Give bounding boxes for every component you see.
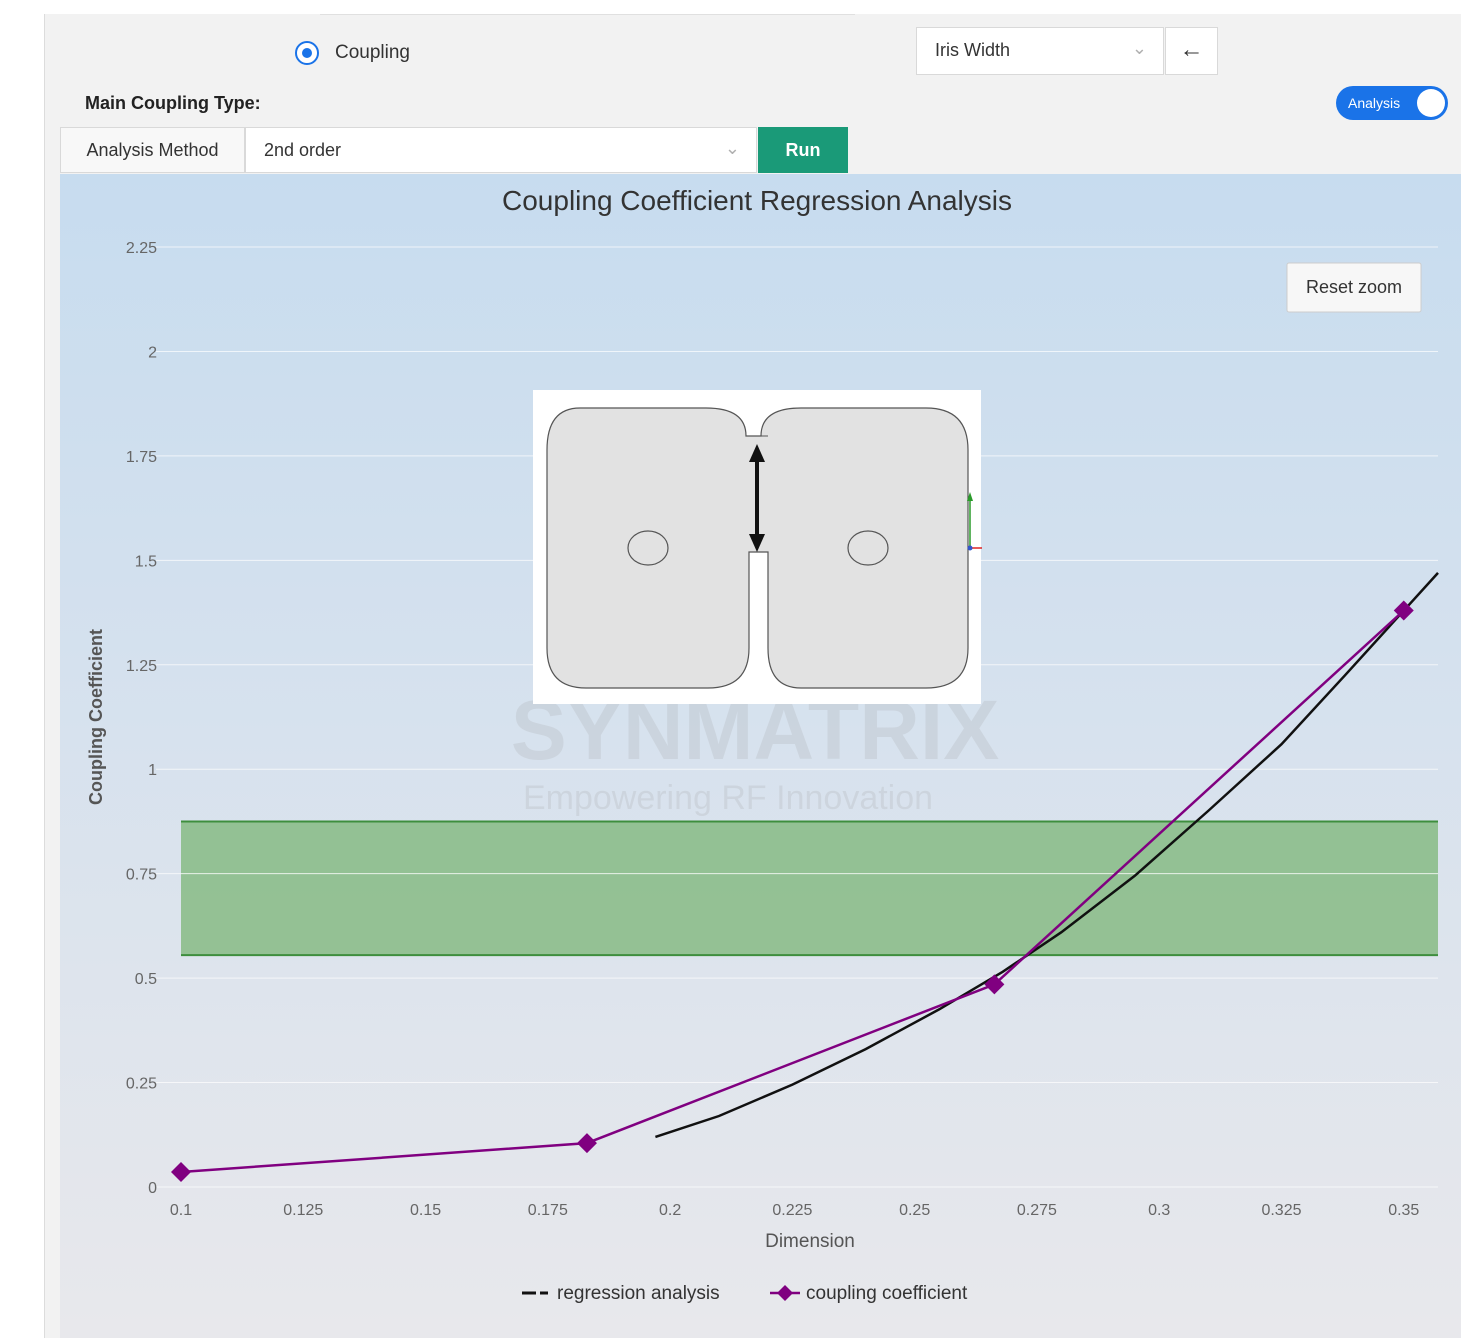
arrow-left-icon: ← <box>1179 36 1204 63</box>
reset-zoom-label: Reset zoom <box>1306 277 1402 297</box>
resonator-inset-image <box>533 390 982 704</box>
chart-svg: Coupling Coefficient Regression Analysis… <box>60 174 1461 1338</box>
y-tick-label: 1 <box>148 762 157 779</box>
analysis-method-label: Analysis Method <box>60 127 245 173</box>
x-tick-label: 0.225 <box>772 1202 812 1219</box>
y-tick-label: 2 <box>148 344 157 361</box>
x-tick-label: 0.125 <box>283 1202 323 1219</box>
x-tick-label: 0.25 <box>899 1202 930 1219</box>
back-button[interactable]: ← <box>1165 27 1218 75</box>
analysis-method-select[interactable]: 2nd order ⌄ <box>245 127 757 173</box>
y-tick-label: 0.25 <box>126 1076 157 1093</box>
regression-chart: Coupling Coefficient Regression Analysis… <box>60 174 1461 1338</box>
y-tick-label: 1.75 <box>126 449 157 466</box>
y-tick-label: 1.5 <box>135 553 157 570</box>
x-tick-label: 0.325 <box>1261 1202 1301 1219</box>
watermark-tagline: Empowering RF Innovation <box>523 779 933 817</box>
chevron-down-icon: ⌄ <box>724 138 740 158</box>
y-axis-label: Coupling Coefficient <box>86 629 106 805</box>
dimension-select[interactable]: Iris Width ⌄ <box>916 27 1164 75</box>
x-tick-label: 0.35 <box>1388 1202 1419 1219</box>
y-tick-label: 1.25 <box>126 658 157 675</box>
y-tick-label: 0 <box>148 1180 157 1197</box>
x-tick-label: 0.1 <box>170 1202 192 1219</box>
legend-coupling-label: coupling coefficient <box>806 1283 968 1304</box>
run-button[interactable]: Run <box>758 127 848 173</box>
reset-zoom-button[interactable]: Reset zoom <box>1286 262 1422 313</box>
coupling-radio-label: Coupling <box>335 42 410 63</box>
x-tick-label: 0.175 <box>528 1202 568 1219</box>
analysis-method-value: 2nd order <box>264 140 342 160</box>
toggle-knob <box>1417 89 1445 117</box>
tab-divider <box>320 14 855 15</box>
chart-title: Coupling Coefficient Regression Analysis <box>502 185 1012 216</box>
x-tick-label: 0.275 <box>1017 1202 1057 1219</box>
main-coupling-type-label: Main Coupling Type: <box>85 93 261 113</box>
x-axis-label: Dimension <box>765 1231 855 1252</box>
x-tick-label: 0.15 <box>410 1202 441 1219</box>
target-band <box>181 820 1438 957</box>
target-band-rect <box>181 821 1438 956</box>
x-tick-label: 0.2 <box>659 1202 681 1219</box>
y-tick-label: 0.5 <box>135 971 157 988</box>
x-tick-label: 0.3 <box>1148 1202 1170 1219</box>
analysis-toggle-label: Analysis <box>1348 95 1401 111</box>
y-tick-label: 2.25 <box>126 240 157 257</box>
chevron-down-icon: ⌄ <box>1131 38 1147 58</box>
dimension-select-value: Iris Width <box>935 40 1011 60</box>
legend-regression-label: regression analysis <box>557 1283 720 1304</box>
analysis-toggle[interactable]: Analysis <box>1336 86 1448 120</box>
y-tick-label: 0.75 <box>126 867 157 884</box>
coupling-radio[interactable] <box>295 41 319 65</box>
